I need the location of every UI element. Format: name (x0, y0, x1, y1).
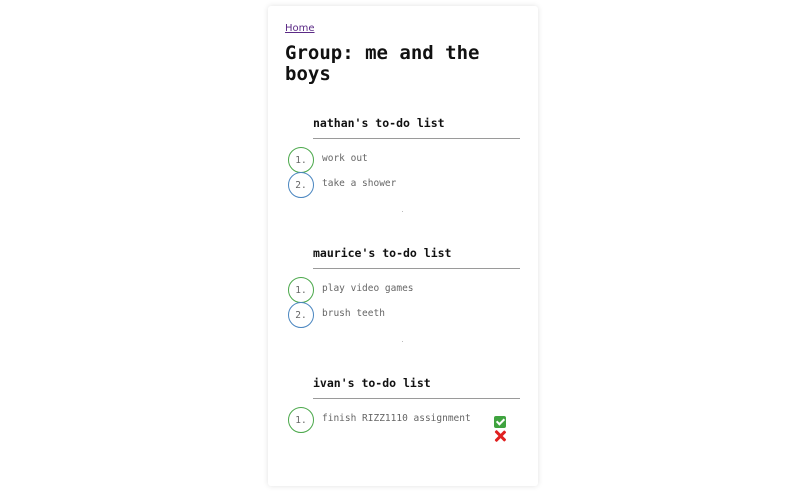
item-text: play video games (322, 283, 414, 294)
list-item: 1. play video games (288, 277, 528, 303)
item-text: brush teeth (322, 308, 385, 319)
check-icon[interactable] (494, 416, 506, 428)
item-actions (494, 416, 508, 442)
x-icon[interactable] (494, 430, 506, 442)
item-number-badge[interactable]: 1. (288, 407, 314, 433)
item-number-badge[interactable]: 2. (288, 172, 314, 198)
item-text: take a shower (322, 178, 397, 189)
item-text: work out (322, 153, 368, 164)
item-number-badge[interactable]: 1. (288, 147, 314, 173)
list-title: maurice's to-do list (313, 246, 452, 260)
page-title: Group: me and the boys (285, 42, 480, 85)
group-card: Home Group: me and the boys nathan's to-… (268, 6, 538, 486)
list-end-dot (402, 211, 403, 212)
list-title: nathan's to-do list (313, 116, 445, 130)
list-title: ivan's to-do list (313, 376, 431, 390)
todo-list-nathan: nathan's to-do list 1. work out 2. take … (268, 116, 538, 236)
list-item: 1. work out (288, 147, 528, 173)
list-divider (313, 138, 520, 139)
home-link[interactable]: Home (285, 23, 315, 34)
list-item: 2. brush teeth (288, 302, 528, 328)
list-divider (313, 398, 520, 399)
todo-list-ivan: ivan's to-do list 1. finish RIZZ1110 ass… (268, 376, 538, 496)
item-number-badge[interactable]: 1. (288, 277, 314, 303)
item-text: finish RIZZ1110 assignment (322, 413, 471, 424)
list-item: 2. take a shower (288, 172, 528, 198)
todo-list-maurice: maurice's to-do list 1. play video games… (268, 246, 538, 366)
list-item: 1. finish RIZZ1110 assignment (288, 407, 528, 447)
item-number-badge[interactable]: 2. (288, 302, 314, 328)
list-divider (313, 268, 520, 269)
list-end-dot (402, 341, 403, 342)
